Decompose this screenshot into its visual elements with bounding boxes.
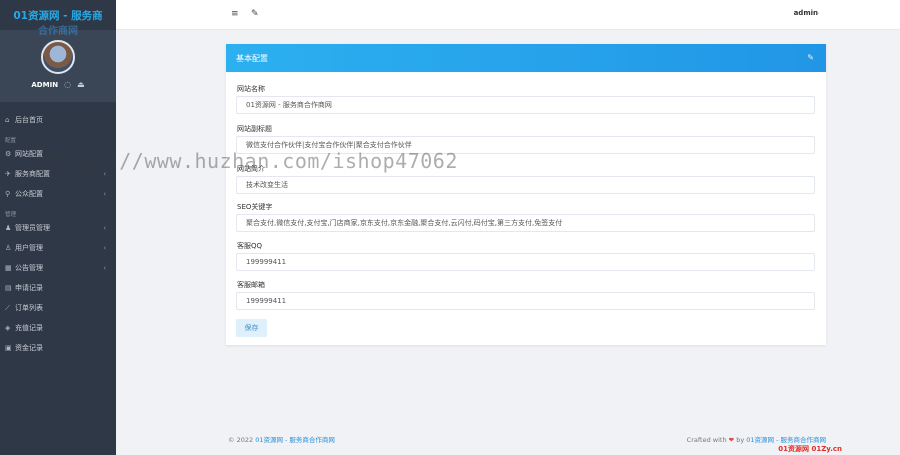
sidebar-item-label: 资金记录 — [15, 344, 43, 352]
chevron-icon: ‹ — [103, 170, 106, 178]
footer-copyright: © 2022 01资源网 - 服务商合作商网 — [228, 434, 335, 444]
field-label: 客服QQ — [237, 242, 263, 250]
sidebar-item-label: 订单列表 — [15, 304, 43, 312]
sidebar-item-icon: ◈ — [5, 324, 11, 332]
sidebar-item-label: 公告管理 — [15, 264, 43, 272]
nav-heading: 配置 — [5, 138, 17, 144]
sidebar-item-icon: ♙ — [5, 244, 12, 252]
field-input[interactable]: 199999411 — [236, 292, 815, 310]
field-label: 客服邮箱 — [237, 281, 265, 289]
wrench-icon[interactable]: ✎ — [251, 9, 259, 19]
sidebar-item[interactable]: ▣ 资金记录 — [0, 338, 116, 358]
sidebar-item[interactable]: ⌂ 后台首页 — [0, 110, 116, 130]
chevron-icon: ‹ — [103, 264, 106, 272]
sidebar-item[interactable]: ♙ 用户管理 ‹ — [0, 238, 116, 258]
user-name: ADMIN — [31, 80, 59, 89]
field-label: 网站简介 — [237, 165, 265, 173]
corner-watermark: 01资源网 01Zy.cn — [778, 445, 842, 453]
brand-title: 01资源网 - 服务商 — [13, 10, 103, 22]
sidebar-nav: ⌂ 后台首页 配置 ⚙ 网站配置 ✈ 服务商配置 ‹ ⚲ 公众配置 ‹ 管理 ♟ 管理员管理 ‹ ♙ 用户管理 ‹… — [0, 110, 116, 358]
footer-crafted: Crafted with — [686, 436, 727, 444]
sidebar-item-label: 公众配置 — [15, 190, 43, 198]
sidebar-item-icon: ✈ — [5, 170, 11, 178]
sidebar-item-label: 申请记录 — [15, 284, 43, 292]
brand-subtitle: 合作商网 — [38, 26, 78, 37]
menu-toggle-icon[interactable]: ≡ — [231, 9, 239, 19]
sidebar-item-label: 网站配置 — [15, 150, 43, 158]
save-button[interactable]: 保存 — [236, 319, 267, 337]
sidebar-item-icon: ⌂ — [5, 116, 10, 124]
field-input[interactable]: 01资源网 - 服务商合作商网 — [236, 96, 815, 114]
field-label: 网站副标题 — [237, 125, 272, 133]
chevron-icon: ‹ — [103, 244, 106, 252]
field-input[interactable]: 技术改变生活 — [236, 176, 815, 194]
field-label: SEO关键字 — [237, 203, 273, 211]
sidebar-item-icon: ▦ — [5, 264, 12, 272]
sidebar-item-label: 充值记录 — [15, 324, 43, 332]
sidebar-item-label: 后台首页 — [15, 116, 43, 124]
sidebar-item-label: 管理员管理 — [15, 224, 50, 232]
sidebar-item-label: 用户管理 — [15, 244, 43, 252]
logout-icon[interactable]: ⏏ — [77, 80, 85, 89]
user-panel: ADMIN ◌ ⏏ — [0, 30, 116, 102]
nav-heading: 管理 — [5, 212, 17, 218]
sidebar-item[interactable]: ♟ 管理员管理 ‹ — [0, 218, 116, 238]
field-label: 网站名称 — [237, 85, 265, 93]
sidebar-item[interactable]: ✈ 服务商配置 ‹ — [0, 164, 116, 184]
footer-credit: Crafted with ❤ by 01资源网 - 服务商合作商网 — [687, 434, 826, 444]
chevron-down-icon[interactable]: ⌄ — [815, 9, 820, 16]
footer-year: © 2022 — [228, 436, 254, 444]
heart-icon: ❤ — [728, 436, 735, 444]
card-title: 基本配置 — [236, 53, 268, 63]
sidebar-item-label: 服务商配置 — [15, 170, 50, 178]
chevron-icon: ‹ — [103, 224, 106, 232]
sidebar-item-icon: ▣ — [5, 344, 12, 352]
sidebar-item-icon: ⚲ — [5, 190, 11, 198]
sidebar-item[interactable]: ▦ 公告管理 ‹ — [0, 258, 116, 278]
sidebar: 01资源网 - 服务商 合作商网 ADMIN ◌ ⏏ ⌂ 后台首页 配置 ⚙ 网站配置 ✈… — [0, 0, 116, 455]
brand-logo[interactable]: 01资源网 - 服务商 合作商网 — [0, 0, 116, 37]
edit-icon[interactable]: ✎ — [807, 53, 814, 62]
basic-config-card: 基本配置 ✎ 网站名称 01资源网 - 服务商合作商网网站副标题微信支付合作伙伴|… — [226, 44, 826, 345]
sidebar-item[interactable]: ⚙ 网站配置 — [0, 144, 116, 164]
sidebar-item-icon: ⚙ — [5, 150, 12, 158]
field-input[interactable]: 微信支付合作伙伴|支付宝合作伙伴|聚合支付合作伙伴 — [236, 136, 815, 154]
footer-left-link[interactable]: 01资源网 - 服务商合作商网 — [255, 436, 335, 444]
sidebar-item-icon: ▤ — [5, 284, 12, 292]
footer-right-link[interactable]: 01资源网 - 服务商合作商网 — [746, 436, 826, 444]
card-header: 基本配置 ✎ — [226, 44, 826, 72]
avatar[interactable] — [41, 40, 75, 74]
sidebar-item-icon: ♟ — [5, 224, 12, 232]
field-input[interactable]: 199999411 — [236, 253, 815, 271]
chevron-icon: ‹ — [103, 190, 106, 198]
footer-by: by — [736, 436, 745, 444]
topbar: ≡ ✎ admin ⌄ — [116, 0, 900, 30]
sidebar-item[interactable]: ▤ 申请记录 — [0, 278, 116, 298]
sidebar-item[interactable]: ⟋ 订单列表 — [0, 298, 116, 318]
sidebar-item[interactable]: ◈ 充值记录 — [0, 318, 116, 338]
field-input[interactable]: 聚合支付,微信支付,支付宝,门店商家,京东支付,京东金融,聚合支付,云闪付,码付… — [236, 214, 815, 232]
sidebar-item-icon: ⟋ — [5, 303, 10, 312]
sidebar-item[interactable]: ⚲ 公众配置 ‹ — [0, 184, 116, 204]
power-icon[interactable]: ◌ — [64, 80, 71, 89]
